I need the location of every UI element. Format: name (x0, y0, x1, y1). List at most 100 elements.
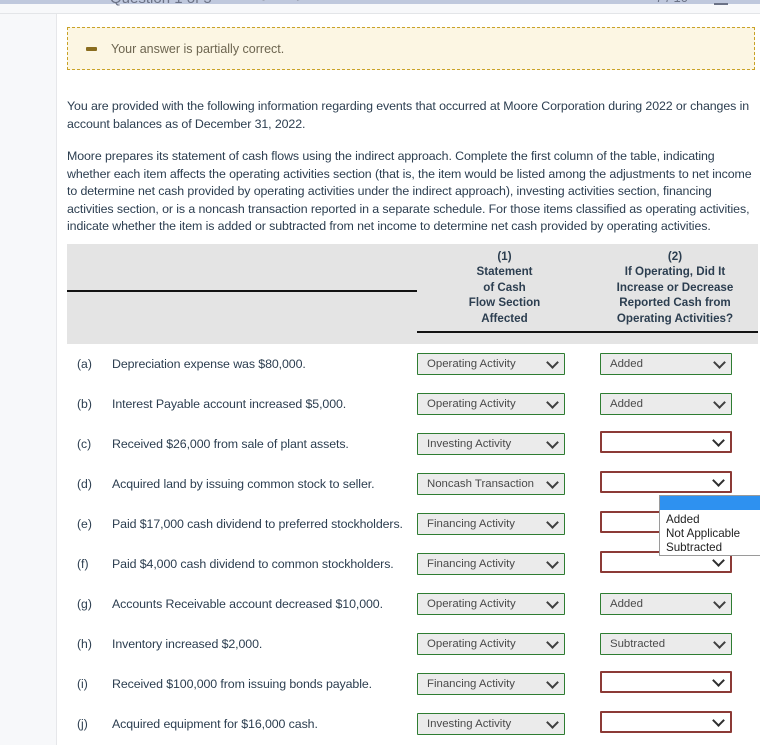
row-letter: (d) (77, 477, 92, 491)
table-header-col2: (2) If Operating, Did It Increase or Decre… (592, 244, 758, 344)
table-header-line: Operating Activities? (616, 311, 734, 325)
table-row: (h) Inventory increased $2,000. Operating … (67, 624, 758, 664)
table-head: (1) Statement of Cash Flow Section Affected … (67, 244, 758, 344)
section-select-c[interactable]: Investing Activity (417, 433, 565, 455)
status-banner: Your answer is partially correct. (67, 27, 755, 70)
table-header-line: Increase or Decrease (616, 280, 734, 294)
dropdown-option-blank[interactable] (660, 496, 760, 510)
select-value: Financing Activity (427, 558, 515, 570)
select-value: Operating Activity (427, 398, 516, 410)
chevron-down-icon (546, 556, 559, 569)
chevron-down-icon (546, 676, 559, 689)
dropdown-option-subtracted[interactable]: Subtracted (660, 541, 760, 555)
row-description: Accounts Receivable account decreased $1… (112, 597, 383, 611)
chevron-down-icon (712, 713, 725, 727)
select-value: Operating Activity (427, 358, 516, 370)
question-counter: 7 / 10 (655, 0, 688, 5)
row-effect-cell: Subtracted (592, 624, 758, 664)
dropdown-option-not-applicable[interactable]: Not Applicable (660, 527, 760, 541)
table-header-blank (67, 244, 417, 344)
section-select-g[interactable]: Operating Activity (417, 593, 565, 615)
table-header-col1: (1) Statement of Cash Flow Section Affected (417, 244, 592, 344)
cash-flow-table: (1) Statement of Cash Flow Section Affected … (67, 244, 758, 744)
chevron-down-icon (546, 356, 559, 369)
select-value: Operating Activity (427, 638, 516, 650)
row-section-cell: Financing Activity (417, 544, 592, 584)
section-select-i[interactable]: Financing Activity (417, 673, 565, 695)
effect-select-b[interactable]: Added (600, 393, 732, 415)
table-row: (j) Acquired equipment for $16,000 cash. I… (67, 704, 758, 744)
list-icon[interactable] (714, 0, 732, 5)
row-description: Inventory increased $2,000. (112, 637, 263, 651)
row-letter: (i) (77, 677, 88, 691)
row-section-cell: Operating Activity (417, 344, 592, 384)
row-description: Interest Payable account increased $5,00… (112, 397, 347, 411)
page-root: Question 1 of 5 < > 7 / 10 Your answer i… (0, 0, 760, 745)
effect-select-g[interactable]: Added (600, 593, 732, 615)
select-value: Added (610, 598, 643, 610)
row-description: Acquired equipment for $16,000 cash. (112, 717, 318, 731)
section-select-f[interactable]: Financing Activity (417, 553, 565, 575)
row-effect-cell (592, 424, 758, 464)
row-section-cell: Operating Activity (417, 384, 592, 424)
select-value: Investing Activity (427, 718, 512, 730)
intro-paragraph-1: You are provided with the following info… (67, 99, 750, 131)
row-section-cell: Financing Activity (417, 504, 592, 544)
row-description: Received $26,000 from sale of plant asse… (112, 437, 349, 451)
row-description: Paid $17,000 cash dividend to preferred … (112, 517, 403, 531)
table-header-line: Reported Cash from (619, 296, 731, 310)
open-dropdown-list[interactable]: Added Not Applicable Subtracted (659, 495, 760, 556)
table-header-line: of Cash (483, 280, 526, 294)
table-row: (i) Received $100,000 from issuing bonds … (67, 664, 758, 704)
effect-select-d[interactable] (600, 470, 732, 493)
row-section-cell: Operating Activity (417, 584, 592, 624)
row-effect-cell: Added (592, 344, 758, 384)
effect-select-j[interactable] (600, 710, 732, 733)
table-header-line: Affected (481, 311, 528, 325)
row-description: Received $100,000 from issuing bonds pay… (112, 677, 373, 691)
question-nav-arrows[interactable]: < > (258, 0, 317, 5)
effect-select-h[interactable]: Subtracted (600, 633, 732, 655)
effect-select-c[interactable] (600, 430, 732, 453)
select-value: Financing Activity (427, 518, 515, 530)
table-row: (c) Received $26,000 from sale of plant a… (67, 424, 758, 464)
chevron-down-icon (546, 436, 559, 449)
row-effect-cell (592, 704, 758, 744)
select-value: Subtracted (610, 638, 666, 650)
select-value: Investing Activity (427, 438, 512, 450)
section-select-d[interactable]: Noncash Transaction (417, 473, 565, 495)
row-effect-cell: Added (592, 384, 758, 424)
table-row: (b) Interest Payable account increased $5… (67, 384, 758, 424)
section-select-h[interactable]: Operating Activity (417, 633, 565, 655)
chevron-down-icon (712, 473, 725, 487)
chevron-down-icon (713, 636, 726, 649)
chevron-down-icon (546, 396, 559, 409)
table-header-line: Flow Section (468, 296, 541, 310)
table-header-line: If Operating, Did It (624, 265, 726, 279)
table-row: (d) Acquired land by issuing common stock… (67, 464, 758, 504)
chevron-down-icon (712, 673, 725, 687)
dropdown-option-added[interactable]: Added (660, 513, 760, 527)
effect-select-a[interactable]: Added (600, 353, 732, 375)
chevron-down-icon (713, 396, 726, 409)
table-row: (e) Paid $17,000 cash dividend to preferr… (67, 504, 758, 544)
select-value: Operating Activity (427, 598, 516, 610)
chevron-down-icon (546, 596, 559, 609)
table-header-line: (1) (497, 249, 512, 263)
row-description: Depreciation expense was $80,000. (112, 357, 306, 371)
row-letter: (f) (77, 557, 89, 571)
effect-select-i[interactable] (600, 670, 732, 693)
table-body: (a) Depreciation expense was $80,000. Oper… (67, 344, 758, 744)
section-select-b[interactable]: Operating Activity (417, 393, 565, 415)
chevron-down-icon (712, 433, 725, 447)
row-section-cell: Investing Activity (417, 424, 592, 464)
chevron-down-icon (546, 476, 559, 489)
top-bar: Question 1 of 5 < > 7 / 10 (0, 0, 760, 14)
table-row: (g) Accounts Receivable account decreased… (67, 584, 758, 624)
chevron-down-icon (546, 516, 559, 529)
section-select-a[interactable]: Operating Activity (417, 353, 565, 375)
minus-icon (86, 46, 97, 51)
chevron-down-icon (713, 596, 726, 609)
section-select-j[interactable]: Investing Activity (417, 713, 565, 735)
section-select-e[interactable]: Financing Activity (417, 513, 565, 535)
